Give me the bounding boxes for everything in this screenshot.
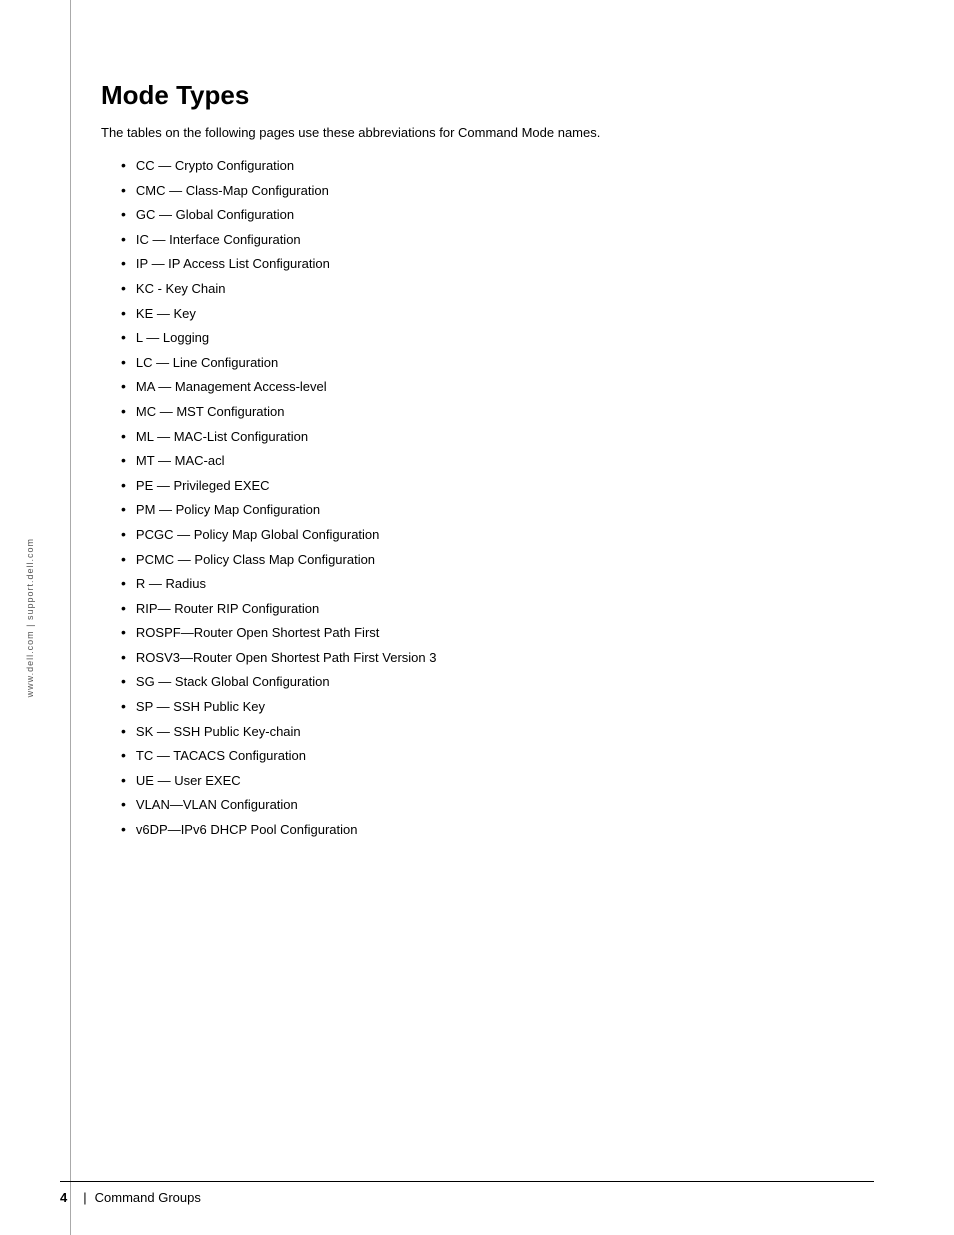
list-item: PCMC — Policy Class Map Configuration <box>101 550 874 570</box>
list-item: IC — Interface Configuration <box>101 230 874 250</box>
footer-page-number: 4 <box>60 1190 67 1205</box>
list-item: KC - Key Chain <box>101 279 874 299</box>
list-item: MC — MST Configuration <box>101 402 874 422</box>
list-item: IP — IP Access List Configuration <box>101 254 874 274</box>
left-border-line <box>70 0 71 1235</box>
list-item: LC — Line Configuration <box>101 353 874 373</box>
footer-separator: | <box>83 1190 86 1205</box>
list-item: ML — MAC-List Configuration <box>101 427 874 447</box>
list-item: GC — Global Configuration <box>101 205 874 225</box>
list-item: RIP— Router RIP Configuration <box>101 599 874 619</box>
side-label: www.dell.com | support.dell.com <box>0 0 60 1235</box>
list-item: UE — User EXEC <box>101 771 874 791</box>
footer: 4 | Command Groups <box>60 1181 874 1205</box>
intro-text: The tables on the following pages use th… <box>101 125 874 140</box>
list-item: R — Radius <box>101 574 874 594</box>
list-item: PM — Policy Map Configuration <box>101 500 874 520</box>
page-container: www.dell.com | support.dell.com Mode Typ… <box>0 0 954 1235</box>
main-content: Mode Types The tables on the following p… <box>81 0 954 1235</box>
list-item: v6DP—IPv6 DHCP Pool Configuration <box>101 820 874 840</box>
list-item: KE — Key <box>101 304 874 324</box>
side-label-text: www.dell.com | support.dell.com <box>25 538 35 697</box>
list-item: SK — SSH Public Key-chain <box>101 722 874 742</box>
footer-text: Command Groups <box>95 1190 201 1205</box>
bullet-list: CC — Crypto Configuration CMC — Class-Map… <box>101 156 874 845</box>
list-item: PE — Privileged EXEC <box>101 476 874 496</box>
list-item: ROSPF—Router Open Shortest Path First <box>101 623 874 643</box>
list-item: CC — Crypto Configuration <box>101 156 874 176</box>
list-item: VLAN—VLAN Configuration <box>101 795 874 815</box>
list-item: L — Logging <box>101 328 874 348</box>
list-item: MA — Management Access-level <box>101 377 874 397</box>
list-item: PCGC — Policy Map Global Configuration <box>101 525 874 545</box>
list-item: SG — Stack Global Configuration <box>101 672 874 692</box>
list-item: MT — MAC-acl <box>101 451 874 471</box>
list-item: ROSV3—Router Open Shortest Path First Ve… <box>101 648 874 668</box>
list-item: CMC — Class-Map Configuration <box>101 181 874 201</box>
list-item: TC — TACACS Configuration <box>101 746 874 766</box>
page-title: Mode Types <box>101 80 874 111</box>
list-item: SP — SSH Public Key <box>101 697 874 717</box>
